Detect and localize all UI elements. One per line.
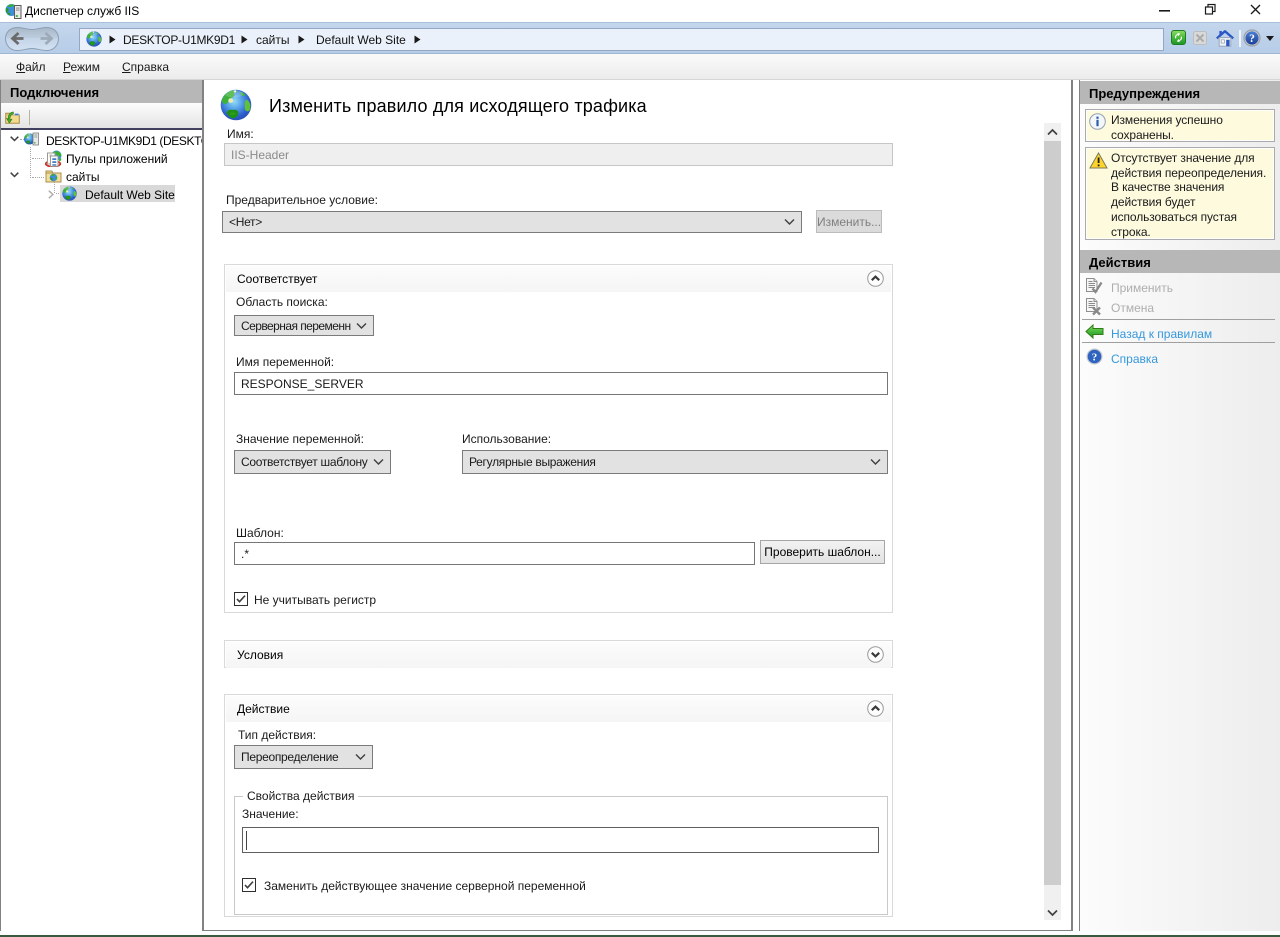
svg-text:?: ?: [1092, 351, 1098, 363]
svg-text:?: ?: [1249, 33, 1255, 45]
